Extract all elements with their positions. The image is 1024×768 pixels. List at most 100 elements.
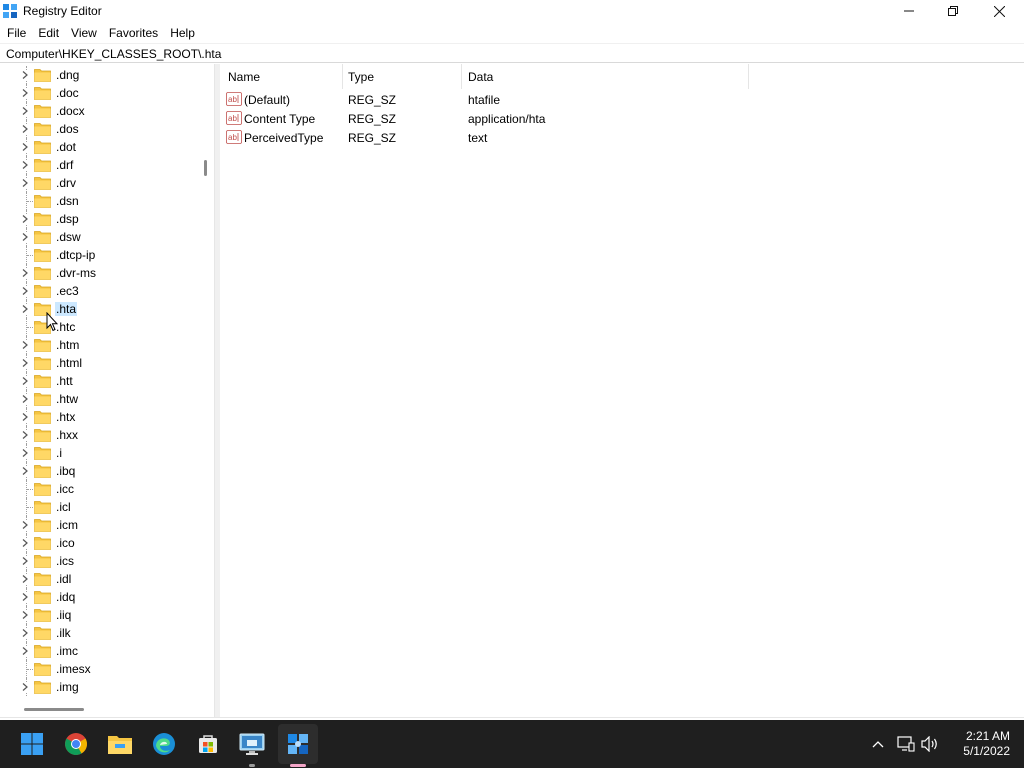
tree-item[interactable]: .i (0, 444, 200, 462)
chevron-right-icon[interactable] (20, 430, 30, 440)
taskbar-store[interactable] (192, 728, 224, 760)
tree-item[interactable]: .drf (0, 156, 200, 174)
chevron-right-icon[interactable] (20, 142, 30, 152)
tree-item[interactable]: .htm (0, 336, 200, 354)
chevron-right-icon[interactable] (20, 628, 30, 638)
minimize-button[interactable] (886, 0, 932, 22)
column-divider[interactable] (748, 64, 749, 89)
menu-favorites[interactable]: Favorites (103, 23, 164, 43)
chevron-right-icon[interactable] (20, 70, 30, 80)
column-header-type[interactable]: Type (343, 64, 461, 89)
taskbar-remote-desktop[interactable] (236, 728, 268, 760)
chevron-right-icon[interactable] (20, 376, 30, 386)
tree-item[interactable]: .idq (0, 588, 200, 606)
start-button[interactable] (16, 728, 48, 760)
chevron-right-icon[interactable] (20, 448, 30, 458)
tree-item[interactable]: .ibq (0, 462, 200, 480)
tree-item[interactable]: .dng (0, 66, 200, 84)
address-path[interactable]: Computer\HKEY_CLASSES_ROOT\.hta (6, 47, 221, 61)
tree-item[interactable]: .dot (0, 138, 200, 156)
tree-item[interactable]: .htt (0, 372, 200, 390)
chevron-right-icon[interactable] (20, 88, 30, 98)
tree-item[interactable]: .html (0, 354, 200, 372)
close-button[interactable] (976, 0, 1022, 22)
key-tree-pane[interactable]: .dng .doc .docx .dos .dot .drf .drv .dsn .dsp .ds… (0, 64, 215, 718)
tree-item[interactable]: .doc (0, 84, 200, 102)
chevron-right-icon[interactable] (20, 106, 30, 116)
chevron-right-icon[interactable] (20, 412, 30, 422)
tree-item[interactable]: .imesx (0, 660, 200, 678)
column-header-name[interactable]: Name (220, 64, 342, 89)
network-button[interactable] (896, 734, 916, 754)
value-row[interactable]: ab (Default) REG_SZ htafile (220, 90, 780, 109)
show-hidden-icons-button[interactable] (868, 734, 888, 754)
tree-item[interactable]: .icl (0, 498, 200, 516)
tree-item[interactable]: .ilk (0, 624, 200, 642)
tree-item[interactable]: .ec3 (0, 282, 200, 300)
column-header-data[interactable]: Data (462, 64, 748, 89)
tree-item[interactable]: .idl (0, 570, 200, 588)
tree-item[interactable]: .imc (0, 642, 200, 660)
tree-item[interactable]: .docx (0, 102, 200, 120)
tree-item[interactable]: .dos (0, 120, 200, 138)
tree-item[interactable]: .dsn (0, 192, 200, 210)
values-pane[interactable]: Name Type Data ab (Default) REG_SZ htafilea… (220, 64, 1024, 718)
menu-edit[interactable]: Edit (32, 23, 65, 43)
tree-item[interactable]: .dsp (0, 210, 200, 228)
chevron-right-icon[interactable] (20, 268, 30, 278)
chevron-right-icon[interactable] (20, 574, 30, 584)
chevron-right-icon[interactable] (20, 340, 30, 350)
tree-vertical-scrollbar[interactable] (204, 160, 207, 176)
tree-item[interactable]: .ico (0, 534, 200, 552)
taskbar-registry-editor[interactable] (282, 728, 314, 760)
chevron-right-icon[interactable] (20, 358, 30, 368)
volume-button[interactable] (920, 734, 940, 754)
tree-item[interactable]: .drv (0, 174, 200, 192)
chevron-right-icon[interactable] (20, 124, 30, 134)
chevron-right-icon[interactable] (20, 304, 30, 314)
tree-horizontal-scrollbar[interactable] (24, 708, 84, 711)
store-icon (199, 735, 217, 753)
address-bar[interactable]: Computer\HKEY_CLASSES_ROOT\.hta (0, 43, 1024, 63)
tree-item[interactable]: .icc (0, 480, 200, 498)
taskbar-chrome[interactable] (60, 728, 92, 760)
tree-item[interactable]: .ics (0, 552, 200, 570)
chevron-right-icon[interactable] (20, 592, 30, 602)
chevron-right-icon[interactable] (20, 610, 30, 620)
chevron-right-icon[interactable] (20, 538, 30, 548)
clock[interactable]: 2:21 AM 5/1/2022 (950, 729, 1010, 759)
tree-item[interactable]: .iiq (0, 606, 200, 624)
menu-view[interactable]: View (65, 23, 103, 43)
value-data: application/hta (468, 112, 546, 126)
taskbar-file-explorer[interactable] (104, 728, 136, 760)
value-row[interactable]: ab Content Type REG_SZ application/hta (220, 109, 780, 128)
chevron-right-icon[interactable] (20, 286, 30, 296)
chevron-right-icon[interactable] (20, 556, 30, 566)
chevron-right-icon[interactable] (20, 682, 30, 692)
chevron-right-icon[interactable] (20, 232, 30, 242)
chevron-right-icon[interactable] (20, 394, 30, 404)
tree-item[interactable]: .htc (0, 318, 200, 336)
menu-file[interactable]: File (0, 23, 32, 43)
tree-item[interactable]: .hxx (0, 426, 200, 444)
chevron-right-icon[interactable] (20, 520, 30, 530)
chevron-right-icon[interactable] (20, 178, 30, 188)
value-type: REG_SZ (348, 112, 397, 126)
value-row[interactable]: ab PerceivedType REG_SZ text (220, 128, 780, 147)
tree-item[interactable]: .dvr-ms (0, 264, 200, 282)
tree-item[interactable]: .img (0, 678, 200, 696)
folder-icon (34, 447, 51, 460)
tree-item[interactable]: .htx (0, 408, 200, 426)
tree-item[interactable]: .dsw (0, 228, 200, 246)
chevron-right-icon[interactable] (20, 160, 30, 170)
restore-button[interactable] (930, 0, 976, 22)
tree-item[interactable]: .icm (0, 516, 200, 534)
chevron-right-icon[interactable] (20, 214, 30, 224)
tree-item[interactable]: .hta (0, 300, 200, 318)
taskbar-edge[interactable] (148, 728, 180, 760)
chevron-right-icon[interactable] (20, 646, 30, 656)
tree-item[interactable]: .htw (0, 390, 200, 408)
chevron-right-icon[interactable] (20, 466, 30, 476)
menu-help[interactable]: Help (164, 23, 201, 43)
tree-item[interactable]: .dtcp-ip (0, 246, 200, 264)
